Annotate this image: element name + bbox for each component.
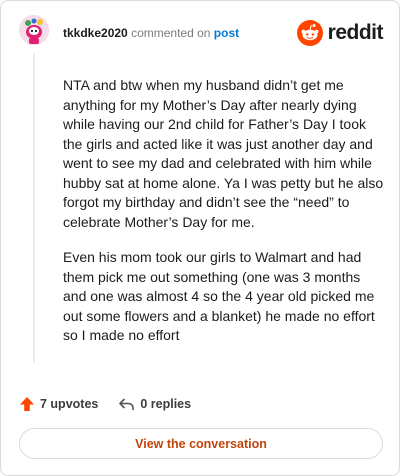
reddit-wordmark: reddit (327, 21, 384, 44)
thread-line (33, 53, 35, 363)
reddit-snoo-icon (296, 20, 323, 46)
comment-body: NTA and btw when my husband didn’t get m… (63, 76, 385, 362)
reply-arrow-icon (119, 398, 135, 410)
comment-actions: 7 upvotes 0 replies (19, 394, 191, 414)
comment-paragraph: Even his mom took our girls to Walmart a… (63, 249, 375, 343)
username[interactable]: tkkdke2020 (63, 26, 128, 40)
snoo-avatar-icon (19, 15, 49, 45)
upvote-button[interactable]: 7 upvotes (19, 396, 98, 412)
embedded-comment-card: tkkdke2020 commented on post reddit NTA … (0, 0, 400, 476)
commented-on-text: commented on (131, 26, 211, 40)
view-conversation-button[interactable]: View the conversation (19, 428, 383, 459)
comment-paragraph: NTA and btw when my husband didn’t get m… (63, 77, 384, 230)
reply-count: 0 replies (140, 397, 192, 411)
comment-header: tkkdke2020 commented on post (63, 26, 239, 40)
upvote-count: 7 upvotes (40, 397, 99, 411)
post-link[interactable]: post (214, 26, 239, 40)
upvote-arrow-icon (20, 397, 34, 411)
reddit-logo[interactable]: reddit (296, 19, 384, 47)
replies-button[interactable]: 0 replies (118, 396, 191, 412)
avatar[interactable] (19, 15, 49, 45)
